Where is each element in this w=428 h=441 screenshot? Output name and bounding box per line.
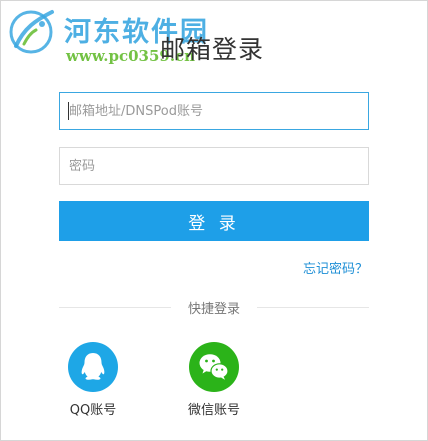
page-title: 邮箱登录 [160,35,265,64]
wechat-login-option[interactable]: 微信账号 [174,342,254,418]
qq-icon[interactable] [68,342,118,392]
wechat-icon[interactable] [189,342,239,392]
divider-line-left [59,307,171,308]
quick-login-divider-label: 快捷登录 [187,302,240,317]
email-input[interactable] [59,92,369,130]
text-caret [68,102,69,120]
login-button[interactable]: 登 录 [59,201,369,241]
watermark-logo-icon [9,10,54,54]
wechat-login-label: 微信账号 [187,403,240,418]
divider-line-right [257,307,369,308]
password-input[interactable] [59,147,369,185]
qq-login-label: QQ账号 [69,403,117,418]
forgot-password-link[interactable]: 忘记密码？ [303,258,368,277]
qq-login-option[interactable]: QQ账号 [53,342,133,418]
